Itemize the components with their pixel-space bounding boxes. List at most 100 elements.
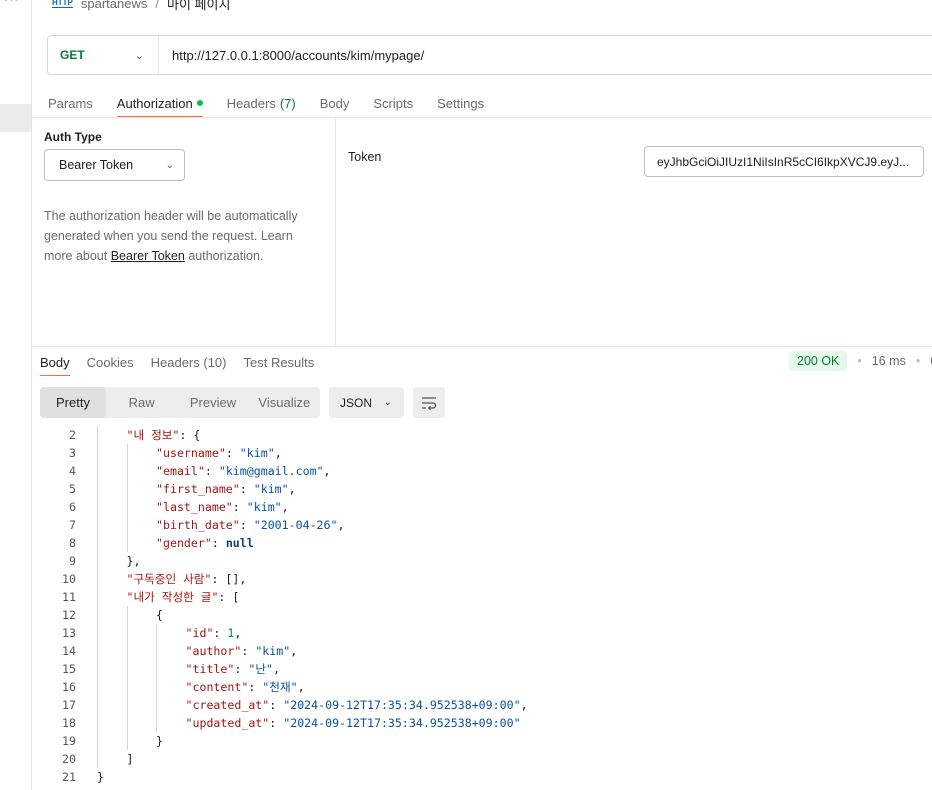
- format-select[interactable]: JSON ⌄: [329, 387, 404, 418]
- code-line: 17 "created_at": "2024-09-12T17:35:34.952…: [32, 696, 932, 714]
- code-text: ]: [127, 752, 134, 766]
- code-token: :: [239, 482, 254, 496]
- breadcrumb-collection[interactable]: spartanews: [81, 0, 147, 11]
- url-input[interactable]: http://127.0.0.1:8000/accounts/kim/mypag…: [159, 48, 424, 63]
- tab-scripts[interactable]: Scripts: [373, 90, 413, 116]
- code-line: 13 "id": 1,: [32, 624, 932, 642]
- code-text: "title": "난",: [186, 661, 280, 677]
- tab-params[interactable]: Params: [48, 90, 93, 116]
- chevron-down-icon: ⌄: [165, 159, 174, 171]
- code-token: :: [269, 698, 284, 712]
- code-token: :: [225, 446, 240, 460]
- code-token: "kim@gmail.com": [218, 464, 324, 478]
- response-status: 200 OK • 16 ms • 6: [789, 351, 932, 371]
- view-visualize[interactable]: Visualize: [249, 387, 320, 418]
- view-preview[interactable]: Preview: [177, 387, 248, 418]
- token-input[interactable]: eyJhbGciOiJIUzI1NiIsInR5cCI6IkpXVCJ9.eyJ…: [644, 146, 924, 177]
- code-token: null: [225, 536, 254, 550]
- code-token: "content": [185, 680, 249, 694]
- line-number: 5: [69, 482, 76, 496]
- code-token: "created_at": [185, 698, 270, 712]
- line-number: 11: [62, 590, 76, 604]
- indent-guide: [126, 444, 128, 552]
- code-text: "username": "kim",: [156, 446, 282, 460]
- code-text: },: [127, 554, 141, 568]
- tab-headers[interactable]: Headers (7): [227, 90, 296, 116]
- line-number: 15: [62, 662, 76, 676]
- code-text: "created_at": "2024-09-12T17:35:34.95253…: [186, 698, 528, 712]
- sidebar-selected-item[interactable]: [0, 104, 31, 132]
- code-line: 6 "last_name": "kim",: [32, 498, 932, 516]
- line-number: 3: [69, 446, 76, 460]
- code-token: "내 정보": [126, 428, 180, 442]
- line-number: 10: [62, 572, 76, 586]
- line-number: 18: [62, 716, 76, 730]
- tab-response-cookies[interactable]: Cookies: [87, 350, 134, 375]
- code-token: : [],: [211, 572, 247, 586]
- more-icon[interactable]: •••: [4, 0, 20, 6]
- code-token: {: [156, 608, 163, 622]
- code-text: }: [97, 770, 104, 784]
- response-time[interactable]: 16 ms: [872, 354, 906, 368]
- breadcrumb-request-name[interactable]: 마이 페이지: [167, 0, 230, 13]
- auth-type-label: Auth Type: [44, 130, 102, 144]
- code-line: 18 "updated_at": "2024-09-12T17:35:34.952…: [32, 714, 932, 732]
- tab-body[interactable]: Body: [320, 90, 350, 116]
- tab-authorization[interactable]: Authorization: [116, 90, 203, 117]
- status-badge[interactable]: 200 OK: [789, 351, 848, 371]
- view-raw[interactable]: Raw: [106, 387, 177, 418]
- code-line: 21}: [32, 768, 932, 786]
- chevron-down-icon: ⌄: [134, 49, 144, 62]
- token-label: Token: [348, 150, 382, 164]
- auth-type-select[interactable]: Bearer Token ⌄: [44, 149, 185, 181]
- tab-test-results[interactable]: Test Results: [243, 350, 314, 375]
- response-body-viewer[interactable]: 2 "내 정보": {3 "username": "kim", 4 "email": "…: [32, 425, 932, 790]
- tab-response-headers[interactable]: Headers (10): [151, 350, 227, 375]
- line-number: 16: [62, 680, 76, 694]
- code-token: ,: [274, 446, 282, 460]
- code-token: ,: [337, 518, 345, 532]
- code-token: "birth_date": [156, 518, 240, 532]
- code-text: "email": "kim@gmail.com",: [156, 464, 331, 478]
- code-token: ,: [290, 644, 298, 658]
- code-text: "updated_at": "2024-09-12T17:35:34.95253…: [186, 716, 521, 730]
- line-number: 6: [69, 500, 76, 514]
- auth-type-value: Bearer Token: [59, 158, 134, 172]
- code-token: "updated_at": [185, 716, 270, 730]
- wrap-lines-icon: [422, 396, 437, 410]
- code-token: "gender": [156, 536, 212, 550]
- code-token: "2024-09-12T17:35:34.952538+09:00": [283, 716, 521, 730]
- tab-label: Cookies: [86, 355, 134, 370]
- request-tabs: Params Authorization Headers (7) Body Scr…: [48, 90, 484, 118]
- tab-count: (7): [279, 95, 296, 111]
- code-token: }: [97, 770, 104, 784]
- line-number: 4: [69, 464, 76, 478]
- method-select[interactable]: GET ⌄: [48, 36, 159, 74]
- view-pretty[interactable]: Pretty: [40, 387, 106, 418]
- code-token: "kim": [239, 446, 275, 460]
- code-line: 8 "gender": null: [32, 534, 932, 552]
- wrap-lines-button[interactable]: [413, 387, 445, 418]
- line-number: 20: [62, 752, 76, 766]
- code-text: "내가 작성한 글": [: [127, 589, 240, 605]
- code-token: ,: [281, 500, 289, 514]
- code-token: ,: [288, 482, 296, 496]
- code-token: "title": [185, 662, 235, 676]
- code-token: "내가 작성한 글": [126, 590, 219, 604]
- code-text: "author": "kim",: [186, 644, 298, 658]
- breadcrumb: HTTP spartanews / 마이 페이지: [52, 0, 230, 12]
- line-number: 8: [69, 536, 76, 550]
- code-text: "first_name": "kim",: [156, 482, 296, 496]
- line-number: 12: [62, 608, 76, 622]
- code-token: "kim": [255, 644, 291, 658]
- bearer-token-link[interactable]: Bearer Token: [111, 249, 185, 263]
- code-token: : {: [179, 428, 201, 442]
- separator-dot: •: [915, 354, 921, 368]
- divider: [31, 346, 932, 347]
- code-line: 15 "title": "난",: [32, 660, 932, 678]
- tab-response-body[interactable]: Body: [40, 350, 70, 376]
- indent-guide: [156, 624, 157, 732]
- chevron-down-icon: ⌄: [383, 397, 392, 408]
- tab-settings[interactable]: Settings: [437, 90, 484, 116]
- code-token: "id": [185, 626, 214, 640]
